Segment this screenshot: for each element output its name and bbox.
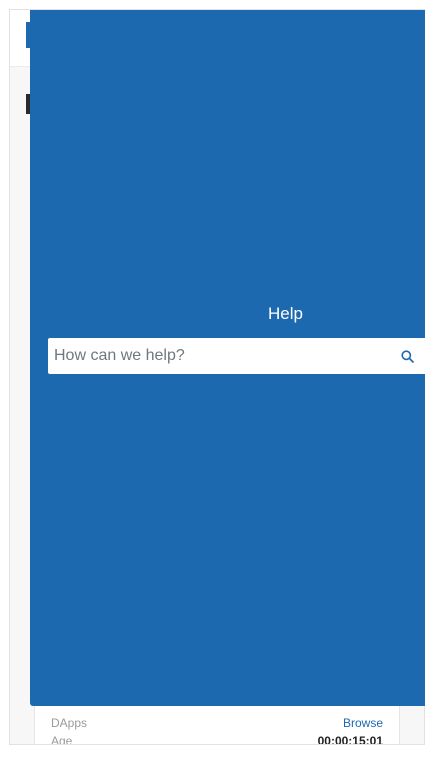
help-panel: Help [30, 10, 425, 706]
help-title: Help [268, 304, 303, 323]
search-icon[interactable] [395, 338, 419, 374]
details-label: Age [51, 734, 73, 745]
help-search-input[interactable] [48, 338, 395, 374]
age-value: 00:00:15:01 [317, 734, 383, 745]
help-search-box [48, 338, 425, 374]
details-label: DApps [51, 716, 88, 730]
details-row-age: Age 00:00:15:01 [51, 733, 383, 745]
browse-link[interactable]: Browse [343, 716, 383, 730]
details-row-dapps: DApps Browse [51, 715, 383, 731]
